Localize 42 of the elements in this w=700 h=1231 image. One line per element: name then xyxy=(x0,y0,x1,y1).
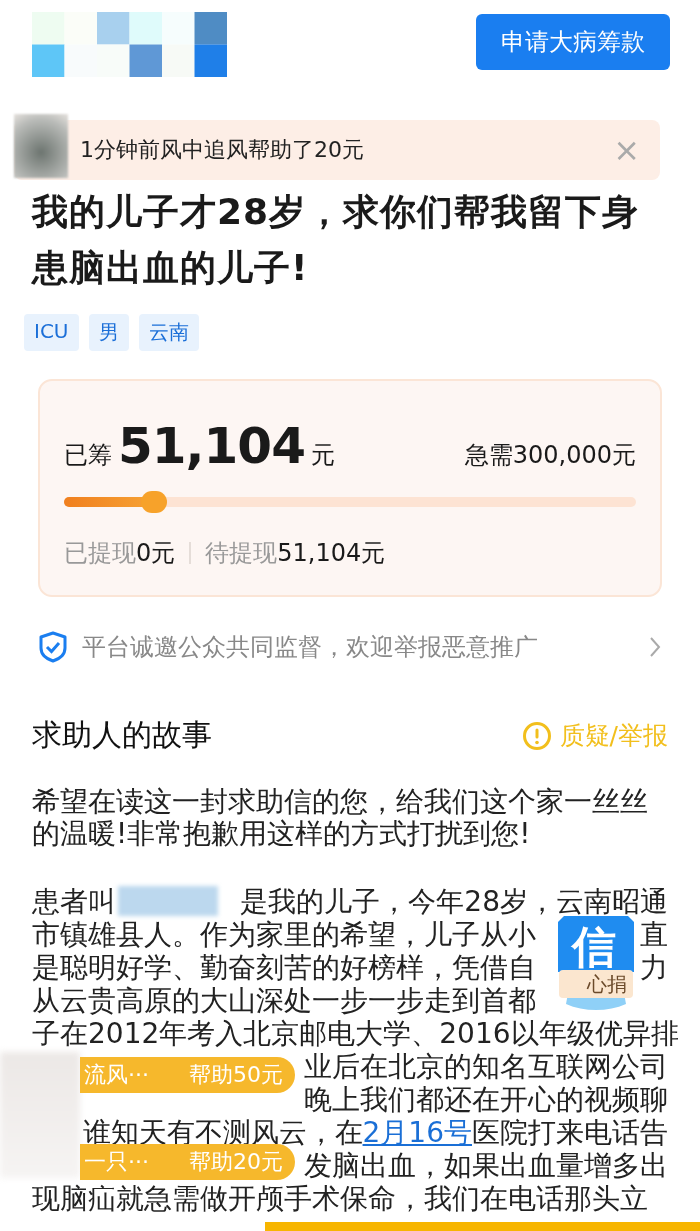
donor-name: 流风··· xyxy=(84,1061,149,1089)
story-text: 是我的儿子，今年28岁，云南昭通 xyxy=(240,885,668,918)
close-button[interactable]: × xyxy=(609,131,644,169)
chevron-right-icon[interactable] xyxy=(648,635,662,659)
section-heading: 求助人的故事 xyxy=(32,716,212,754)
raised-amount: 51,104 xyxy=(118,417,305,475)
shield-check-icon xyxy=(38,631,68,663)
date-link[interactable]: 2月16号 xyxy=(362,1116,472,1149)
blurred-avatar xyxy=(14,114,68,178)
pending-label: 待提现 xyxy=(205,538,278,569)
tag: 云南 xyxy=(138,314,199,351)
donor-name: 一只··· xyxy=(84,1148,149,1176)
pending-value: 51,104元 xyxy=(277,538,386,569)
story-text: 晚上我们都还在开心的视频聊 xyxy=(304,1083,668,1116)
story-text: 医院打来电话告 xyxy=(472,1116,668,1149)
story-paragraph: 希望在读这一封求助信的您，给我们这个家一丝丝的温暖!非常抱歉用这样的方式打扰到您! xyxy=(32,786,649,850)
story-text: 市镇雄县人。作为家里的希望，儿子从小 xyxy=(32,918,536,951)
campaign-title: 我的儿子才28岁，求你们帮我留下身患脑出血的儿子! xyxy=(32,190,641,290)
badge-label: 心捐 xyxy=(559,970,633,998)
withdrawn-value: 0元 xyxy=(136,538,176,569)
story-text: 发脑出血，如果出血量增多出 xyxy=(304,1149,668,1182)
donation-amount: 帮助50元 xyxy=(189,1061,283,1089)
story-text: 是聪明好学、勤奋刻苦的好榜样，凭借自 xyxy=(32,951,536,984)
tag: ICU xyxy=(24,314,79,351)
story-text: 患者叫 xyxy=(32,885,116,918)
story-text: 直 xyxy=(640,918,668,951)
unit-label: 元 xyxy=(310,441,335,469)
notice-text: 平台诚邀公众共同监督，欢迎举报恶意推广 xyxy=(82,632,539,663)
exclamation-circle-icon xyxy=(521,720,552,751)
story-text: 子在2012年考入北京邮电大学、2016以年级优异排 xyxy=(32,1017,679,1050)
story-text: 业后在北京的知名互联网公司 xyxy=(304,1050,668,1083)
raised-label: 已筹 xyxy=(64,441,112,469)
apply-button[interactable]: 申请大病筹款 xyxy=(476,14,670,70)
target-amount: 急需300,000元 xyxy=(464,440,636,471)
withdrawn-label: 已提现 xyxy=(64,538,136,569)
donation-amount: 帮助20元 xyxy=(189,1148,283,1176)
toast-text: 1分钟前风中追风帮助了20元 xyxy=(80,136,364,164)
tag: 男 xyxy=(88,314,129,351)
story-text: 从云贵高原的大山深处一步一步走到首都 xyxy=(32,984,536,1017)
story-text: 力 xyxy=(640,951,668,984)
story-text: 谁知天有不测风云，在 xyxy=(82,1116,363,1149)
story-text: 现脑疝就急需做开颅手术保命，我们在电话那头立 xyxy=(32,1182,648,1215)
